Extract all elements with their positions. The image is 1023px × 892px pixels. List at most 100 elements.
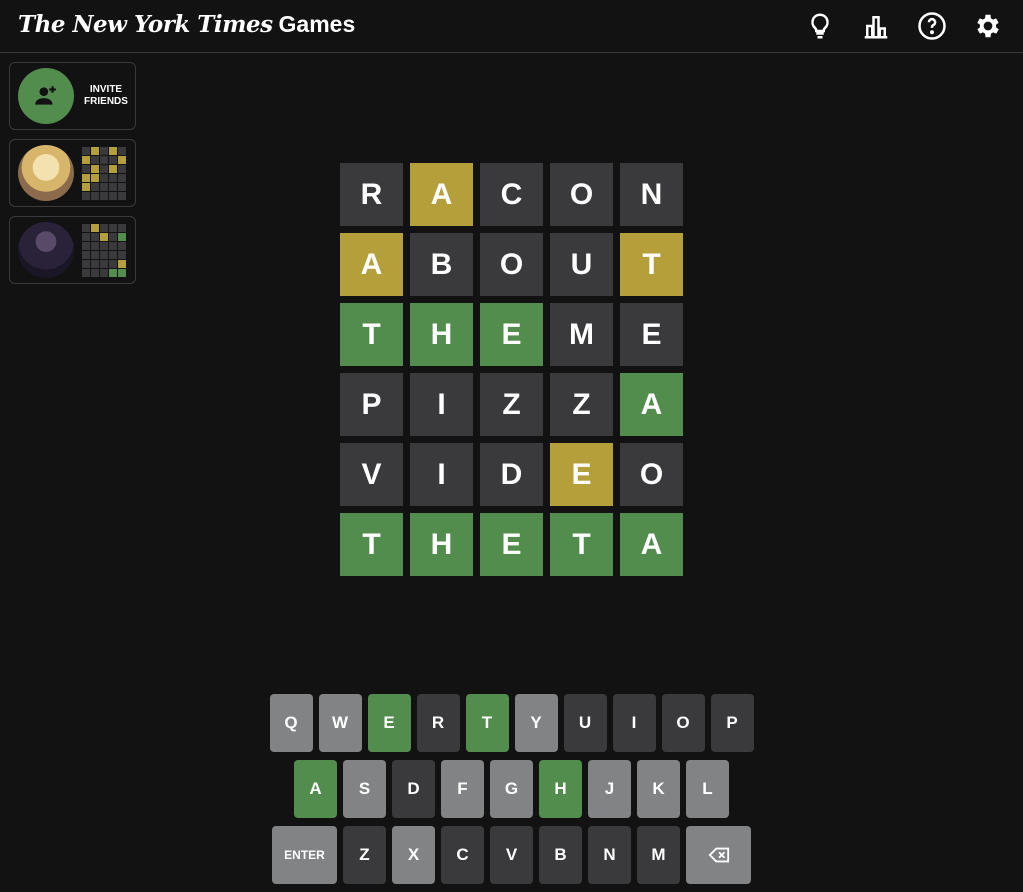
keyboard-row: QWERTYUIOP: [0, 694, 1023, 752]
mini-cell: [82, 191, 90, 200]
mini-cell: [118, 164, 126, 173]
key-j[interactable]: J: [588, 760, 631, 818]
board-tile: O: [480, 233, 543, 296]
mini-cell: [82, 250, 90, 259]
mini-cell: [82, 146, 90, 155]
mini-cell: [118, 191, 126, 200]
brand-logo[interactable]: The New York Times Games: [18, 11, 355, 38]
friend-card[interactable]: [9, 139, 136, 207]
board-tile: E: [480, 303, 543, 366]
mini-cell: [109, 259, 117, 268]
mini-cell: [82, 182, 90, 191]
mini-cell: [91, 191, 99, 200]
key-z[interactable]: Z: [343, 826, 386, 884]
key-s[interactable]: S: [343, 760, 386, 818]
key-d[interactable]: D: [392, 760, 435, 818]
board-tile: H: [410, 303, 473, 366]
mini-cell: [91, 164, 99, 173]
key-h[interactable]: H: [539, 760, 582, 818]
board-tile: Z: [480, 373, 543, 436]
mini-cell: [100, 223, 108, 232]
friend-mini-grid: [82, 146, 126, 200]
mini-cell: [91, 155, 99, 164]
key-v[interactable]: V: [490, 826, 533, 884]
mini-cell: [109, 173, 117, 182]
board-tile: E: [620, 303, 683, 366]
mini-cell: [118, 223, 126, 232]
board-tile: C: [480, 163, 543, 226]
key-n[interactable]: N: [588, 826, 631, 884]
key-m[interactable]: M: [637, 826, 680, 884]
mini-cell: [109, 146, 117, 155]
board-tile: A: [410, 163, 473, 226]
key-p[interactable]: P: [710, 694, 754, 752]
backspace-icon: [708, 847, 729, 863]
mini-cell: [91, 241, 99, 250]
key-c[interactable]: C: [441, 826, 484, 884]
mini-cell: [100, 182, 108, 191]
sidebar: INVITE FRIENDS: [9, 62, 136, 293]
mini-cell: [100, 250, 108, 259]
board-tile: I: [410, 373, 473, 436]
settings-icon[interactable]: [971, 9, 1005, 43]
board-tile: M: [550, 303, 613, 366]
key-e[interactable]: E: [367, 694, 411, 752]
invite-friends-button[interactable]: INVITE FRIENDS: [9, 62, 136, 130]
mini-cell: [82, 241, 90, 250]
key-x[interactable]: X: [392, 826, 435, 884]
key-f[interactable]: F: [441, 760, 484, 818]
mini-cell: [109, 268, 117, 277]
board-tile: O: [620, 443, 683, 506]
mini-cell: [100, 155, 108, 164]
key-y[interactable]: Y: [514, 694, 558, 752]
key-u[interactable]: U: [563, 694, 607, 752]
mini-cell: [91, 173, 99, 182]
mini-cell: [109, 223, 117, 232]
board-tile: T: [620, 233, 683, 296]
board-tile: O: [550, 163, 613, 226]
key-q[interactable]: Q: [269, 694, 313, 752]
mini-cell: [82, 155, 90, 164]
key-r[interactable]: R: [416, 694, 460, 752]
key-g[interactable]: G: [490, 760, 533, 818]
mini-cell: [118, 259, 126, 268]
key-a[interactable]: A: [294, 760, 337, 818]
board-tile: B: [410, 233, 473, 296]
board-tile: E: [550, 443, 613, 506]
mini-cell: [100, 268, 108, 277]
avatar: [18, 145, 74, 201]
friend-card[interactable]: [9, 216, 136, 284]
board-tile: T: [340, 513, 403, 576]
board-tile: T: [550, 513, 613, 576]
lightbulb-icon[interactable]: [803, 9, 837, 43]
key-i[interactable]: I: [612, 694, 656, 752]
mini-cell: [118, 173, 126, 182]
stats-icon[interactable]: [859, 9, 893, 43]
key-t[interactable]: T: [465, 694, 509, 752]
mini-cell: [82, 268, 90, 277]
key-l[interactable]: L: [686, 760, 729, 818]
key-o[interactable]: O: [661, 694, 705, 752]
key-b[interactable]: B: [539, 826, 582, 884]
board-tile: H: [410, 513, 473, 576]
board-tile: V: [340, 443, 403, 506]
backspace-key[interactable]: [686, 826, 751, 884]
mini-cell: [91, 146, 99, 155]
keyboard-row: ASDFGHJKL: [0, 760, 1023, 818]
board-tile: A: [620, 513, 683, 576]
key-w[interactable]: W: [318, 694, 362, 752]
help-icon[interactable]: [915, 9, 949, 43]
board-tile: E: [480, 513, 543, 576]
board-tile: I: [410, 443, 473, 506]
mini-cell: [82, 164, 90, 173]
key-k[interactable]: K: [637, 760, 680, 818]
keyboard-row: ENTER Z X C V B N M: [0, 826, 1023, 884]
board-tile: R: [340, 163, 403, 226]
enter-key[interactable]: ENTER: [272, 826, 337, 884]
mini-cell: [118, 268, 126, 277]
mini-cell: [91, 182, 99, 191]
mini-cell: [82, 259, 90, 268]
mini-cell: [118, 241, 126, 250]
mini-cell: [100, 241, 108, 250]
mini-cell: [109, 232, 117, 241]
